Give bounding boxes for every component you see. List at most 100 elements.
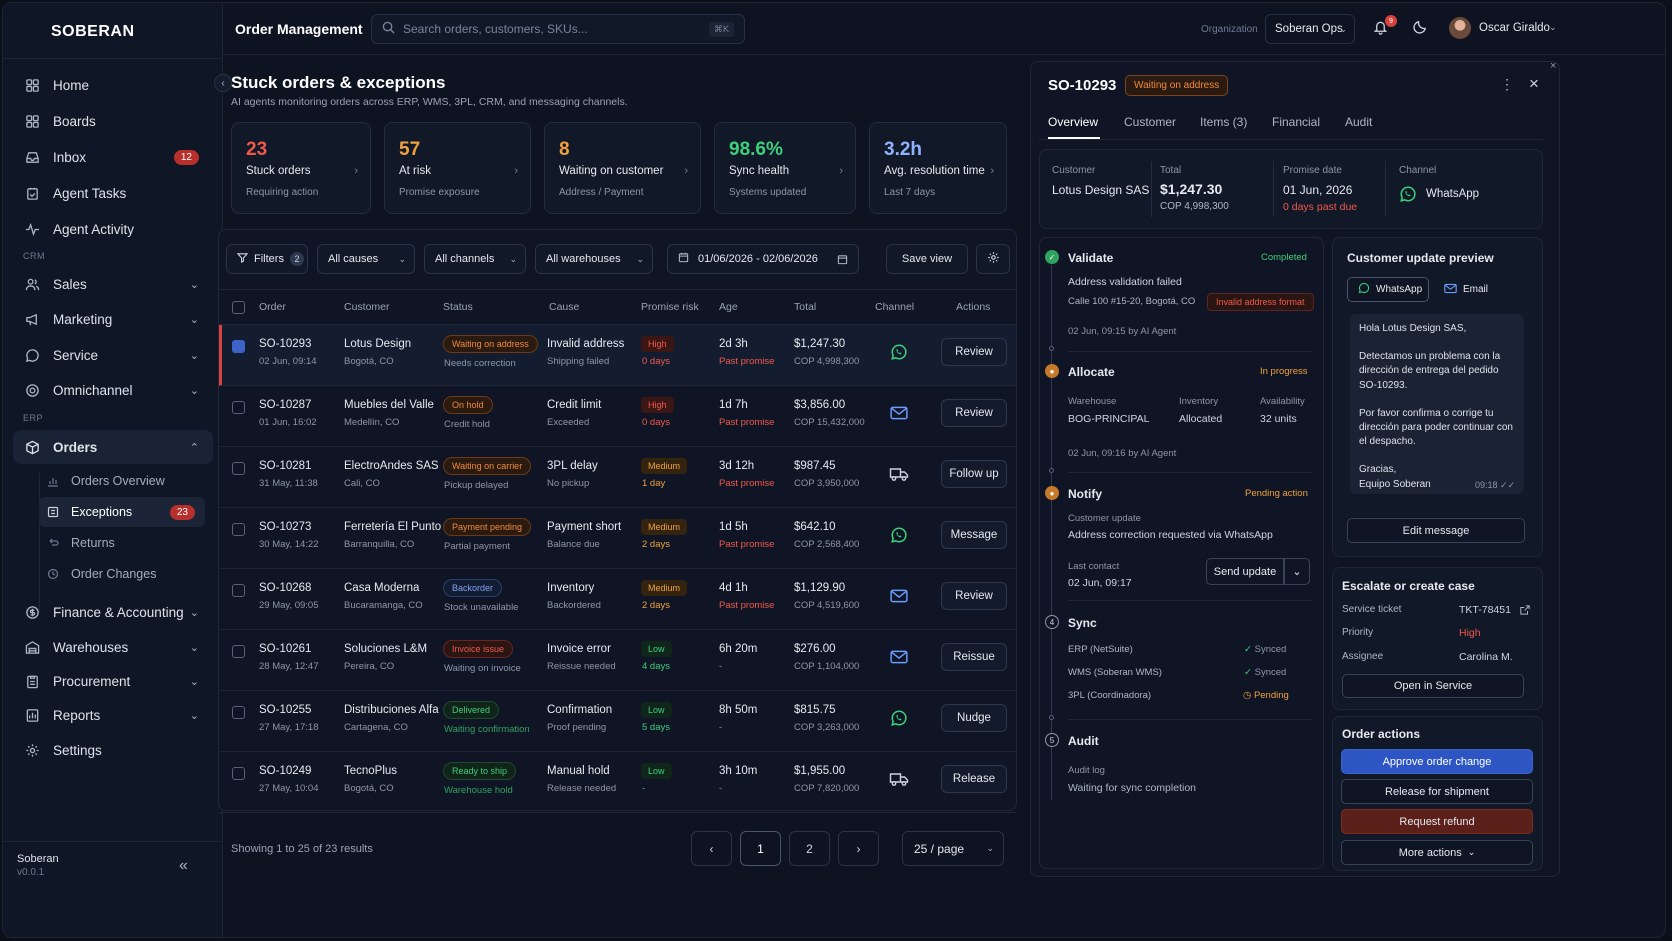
row-checkbox[interactable] [232, 706, 245, 719]
per-page-select[interactable]: 25 / page ⌄ [902, 831, 1004, 866]
customer-name[interactable]: ElectroAndes SAS [344, 460, 439, 472]
date-range-picker[interactable]: 01/06/2026 - 02/06/2026 [667, 244, 859, 274]
sidebar-item-home[interactable]: Home [13, 68, 213, 102]
order-id[interactable]: SO-10293 [259, 338, 311, 350]
sidebar-subitem-exceptions[interactable]: Exceptions 23 [39, 497, 205, 527]
column-header[interactable]: Promise risk [641, 301, 699, 313]
table-row[interactable]: SO-10268 29 May, 09:05 Casa Moderna Buca… [219, 569, 1016, 630]
customer-name[interactable]: Muebles del Valle [344, 399, 434, 411]
search-input[interactable] [403, 22, 703, 36]
column-header[interactable]: Cause [549, 301, 579, 313]
customer-name[interactable]: Lotus Design [344, 338, 411, 350]
order-id[interactable]: SO-10273 [259, 521, 311, 533]
customer-name[interactable]: Soluciones L&M [344, 643, 427, 655]
customer-name[interactable]: Ferretería El Punto [344, 521, 441, 533]
table-row[interactable]: SO-10261 28 May, 12:47 Soluciones L&M Pe… [219, 630, 1016, 691]
row-action-button[interactable]: Message [941, 521, 1007, 549]
order-id[interactable]: SO-10268 [259, 582, 311, 594]
causes-select[interactable]: All causes ⌄ [317, 244, 415, 274]
column-header[interactable]: Age [719, 301, 738, 313]
sidebar-toggle-button[interactable]: ‹ [214, 74, 232, 92]
order-id[interactable]: SO-10287 [259, 399, 311, 411]
sidebar-item-omnichannel[interactable]: Omnichannel ⌄ [13, 373, 213, 407]
more-vertical-icon[interactable]: ⋮ [1500, 76, 1514, 93]
row-checkbox[interactable] [232, 584, 245, 597]
sidebar-item-agent-activity[interactable]: Agent Activity [13, 212, 213, 246]
row-action-button[interactable]: Reissue [941, 643, 1007, 671]
sidebar-item-settings[interactable]: Settings [13, 733, 213, 767]
ticket-link[interactable]: TKT-78451 [1459, 604, 1511, 616]
avatar[interactable] [1449, 17, 1471, 39]
warehouses-select[interactable]: All warehouses ⌄ [535, 244, 653, 274]
tab-email[interactable]: Email [1435, 277, 1497, 302]
select-all-checkbox[interactable] [232, 301, 245, 314]
save-view-button[interactable]: Save view [886, 244, 968, 274]
release-for-shipment-button[interactable]: Release for shipment [1341, 779, 1533, 804]
collapse-sidebar-icon[interactable]: « [179, 857, 188, 875]
sidebar-item-finance[interactable]: Finance & Accounting ⌄ [13, 595, 213, 629]
order-id[interactable]: SO-10281 [259, 460, 311, 472]
sidebar-item-agent-tasks[interactable]: Agent Tasks [13, 176, 213, 210]
sidebar-item-procurement[interactable]: Procurement ⌄ [13, 664, 213, 698]
chevron-down-icon[interactable]: ⌄ [1549, 22, 1557, 33]
kpi-card-at-risk[interactable]: 57 At risk Promise exposure › [384, 122, 531, 214]
order-id[interactable]: SO-10255 [259, 704, 311, 716]
prev-page-button[interactable]: ‹ [691, 831, 732, 866]
filters-button[interactable]: Filters 2 [226, 244, 308, 274]
row-action-button[interactable]: Nudge [941, 704, 1007, 732]
edit-message-button[interactable]: Edit message [1347, 518, 1525, 543]
tab-customer[interactable]: Customer [1124, 115, 1176, 129]
tab-items[interactable]: Items (3) [1200, 115, 1247, 129]
send-update-button[interactable]: Send update [1206, 558, 1284, 585]
sidebar-item-sales[interactable]: Sales ⌄ [13, 267, 213, 301]
user-name[interactable]: Oscar Giraldo [1479, 22, 1550, 34]
customer-name[interactable]: TecnoPlus [344, 765, 397, 777]
close-icon[interactable]: × [1529, 74, 1539, 94]
channels-select[interactable]: All channels ⌄ [424, 244, 526, 274]
page-1-button[interactable]: 1 [740, 831, 781, 866]
sidebar-item-service[interactable]: Service ⌄ [13, 338, 213, 372]
row-checkbox[interactable] [232, 401, 245, 414]
tab-audit[interactable]: Audit [1345, 115, 1372, 129]
close-icon[interactable]: × [1550, 60, 1556, 72]
sidebar-item-orders[interactable]: Orders ⌃ [13, 430, 213, 464]
kpi-card-sync-health[interactable]: 98.6% Sync health Systems updated › [714, 122, 856, 214]
customer-name[interactable]: Casa Moderna [344, 582, 419, 594]
external-link-icon[interactable] [1520, 604, 1530, 618]
column-header[interactable]: Order [259, 301, 286, 313]
sidebar-item-inbox[interactable]: Inbox 12 [13, 140, 213, 174]
tab-whatsapp[interactable]: WhatsApp [1347, 277, 1429, 302]
table-row[interactable]: SO-10249 27 May, 10:04 TecnoPlus Bogotá,… [219, 752, 1016, 813]
row-action-button[interactable]: Release [941, 765, 1007, 793]
sidebar-subitem-order-changes[interactable]: Order Changes [39, 559, 205, 589]
customer-name[interactable]: Distribuciones Alfa [344, 704, 439, 716]
sidebar-subitem-returns[interactable]: Returns [39, 528, 205, 558]
more-actions-button[interactable]: More actions ⌄ [1341, 840, 1533, 865]
organization-select[interactable]: Soberan Ops ⌄ [1265, 14, 1355, 44]
kpi-card-avg-resolution[interactable]: 3.2h Avg. resolution time Last 7 days › [869, 122, 1007, 214]
column-header[interactable]: Status [443, 301, 473, 313]
row-checkbox[interactable] [232, 767, 245, 780]
column-header[interactable]: Customer [344, 301, 390, 313]
open-in-service-button[interactable]: Open in Service [1342, 674, 1524, 698]
sidebar-item-warehouses[interactable]: Warehouses ⌄ [13, 630, 213, 664]
row-checkbox[interactable] [232, 645, 245, 658]
tab-overview[interactable]: Overview [1048, 115, 1098, 129]
page-2-button[interactable]: 2 [789, 831, 830, 866]
search-box[interactable]: ⌘K [371, 14, 745, 44]
table-row[interactable]: SO-10287 01 Jun, 16:02 Muebles del Valle… [219, 386, 1016, 447]
row-checkbox[interactable] [232, 523, 245, 536]
sidebar-item-boards[interactable]: Boards [13, 104, 213, 138]
row-action-button[interactable]: Review [941, 399, 1007, 427]
sidebar-item-marketing[interactable]: Marketing ⌄ [13, 302, 213, 336]
kpi-card-waiting-customer[interactable]: 8 Waiting on customer Address / Payment … [544, 122, 701, 214]
order-id[interactable]: SO-10261 [259, 643, 311, 655]
table-row[interactable]: SO-10293 02 Jun, 09:14 Lotus Design Bogo… [219, 325, 1016, 386]
table-row[interactable]: SO-10255 27 May, 17:18 Distribuciones Al… [219, 691, 1016, 752]
next-page-button[interactable]: › [838, 831, 879, 866]
request-refund-button[interactable]: Request refund [1341, 809, 1533, 834]
row-action-button[interactable]: Review [941, 338, 1007, 366]
row-action-button[interactable]: Follow up [941, 460, 1007, 488]
kpi-card-stuck-orders[interactable]: 23 Stuck orders Requiring action › [231, 122, 371, 214]
row-checkbox[interactable] [232, 340, 245, 353]
